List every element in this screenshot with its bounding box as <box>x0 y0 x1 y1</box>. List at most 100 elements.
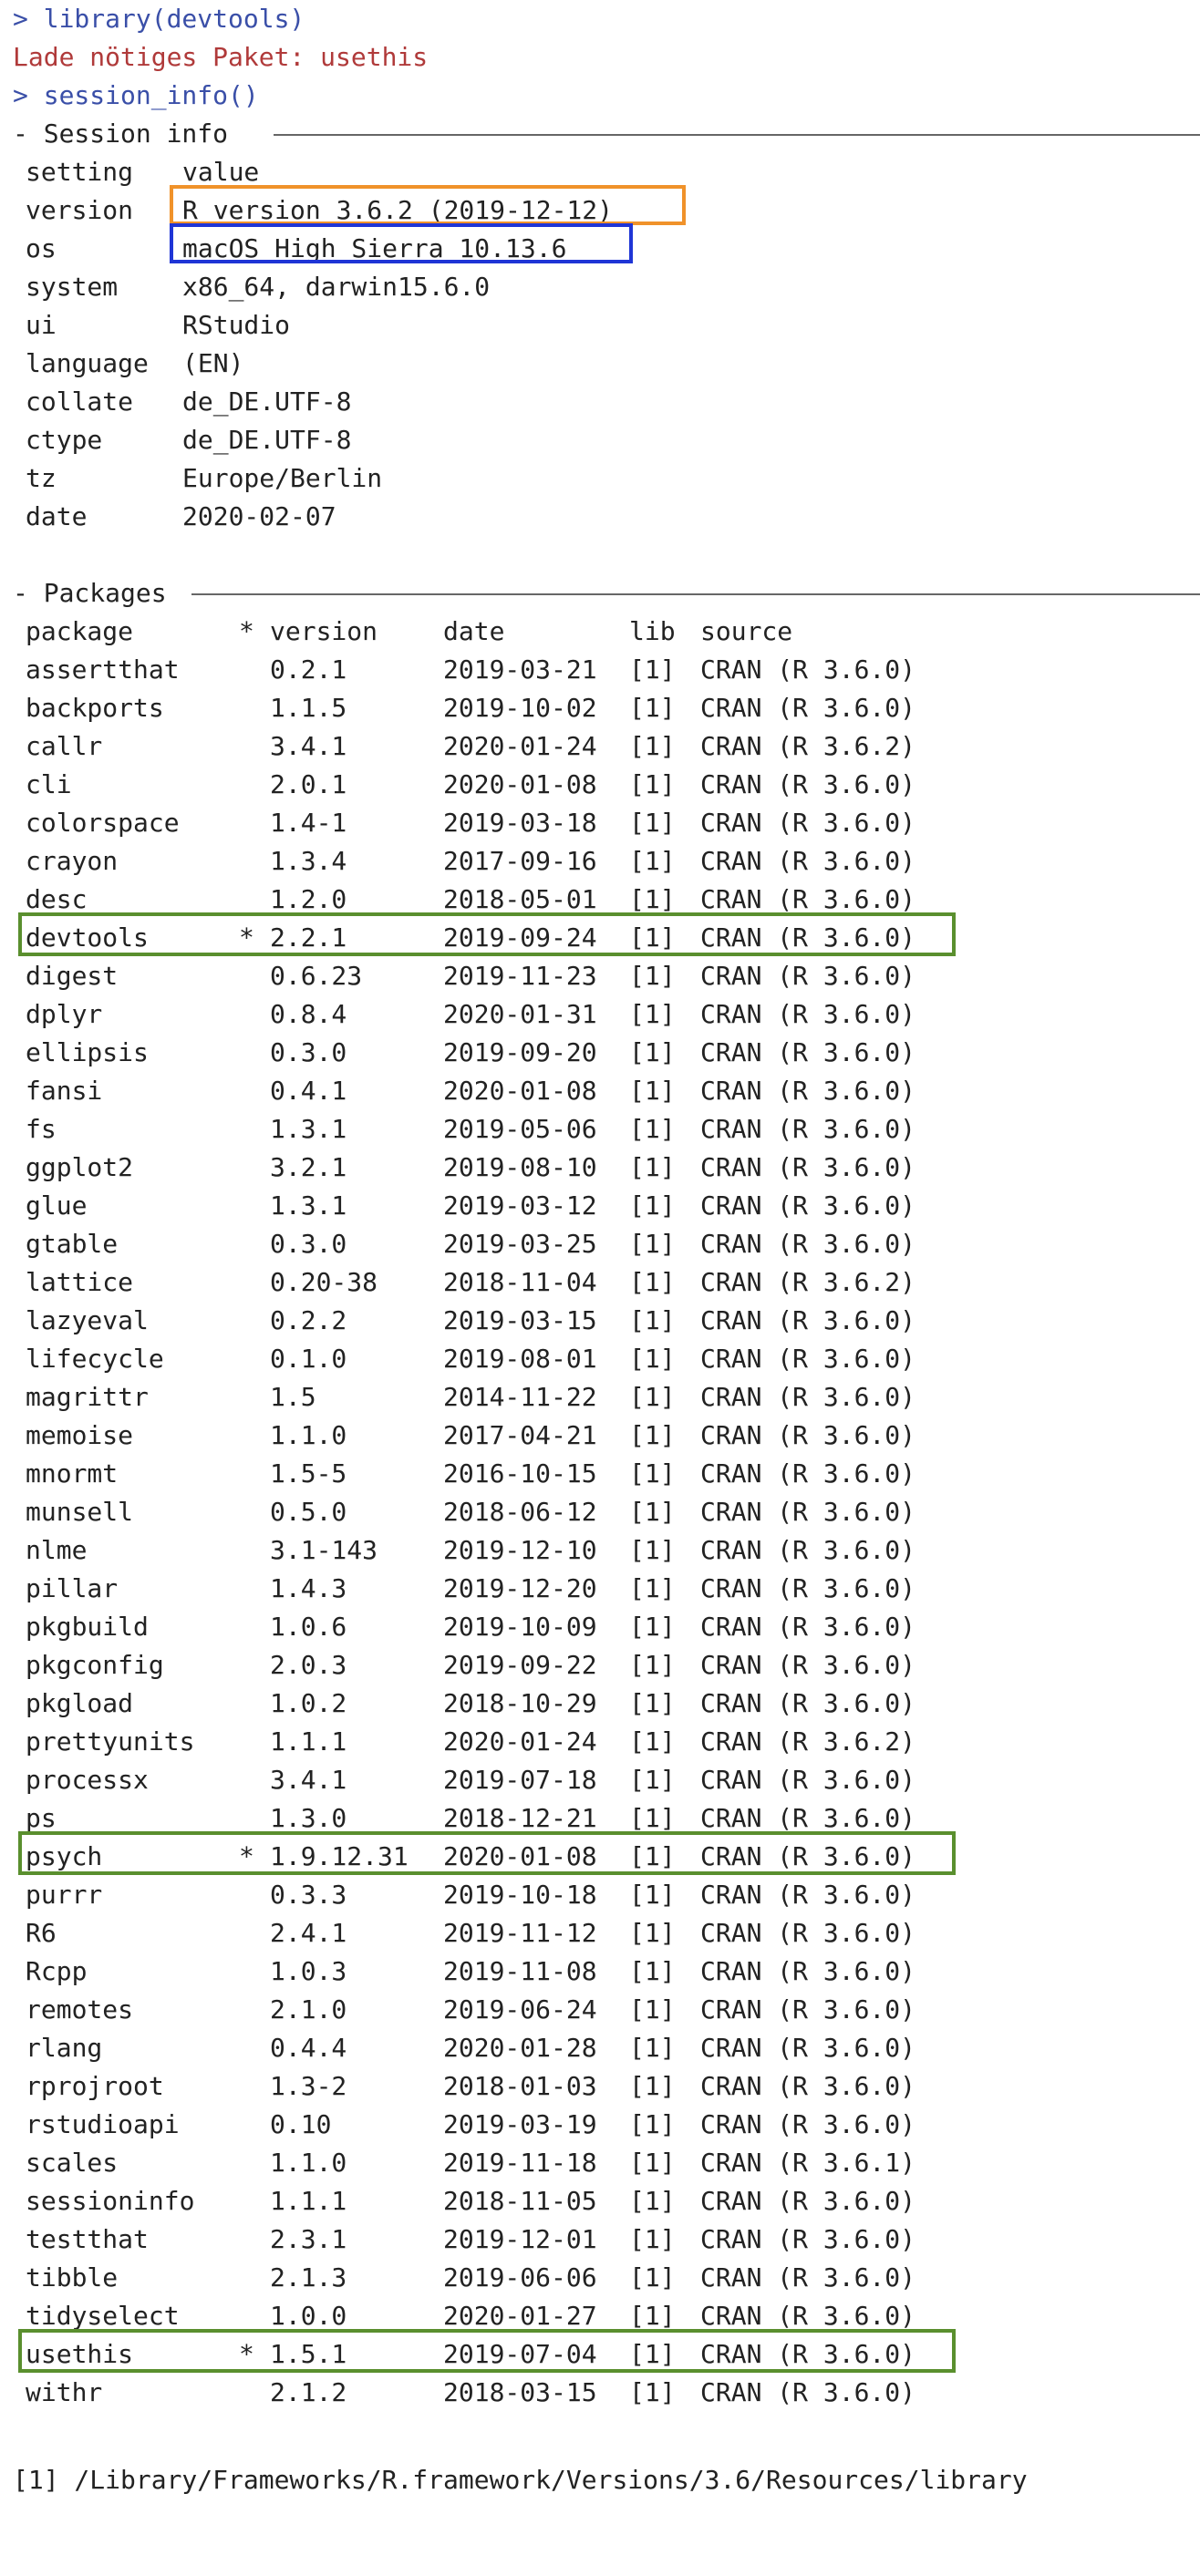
package-version: 1.5-5 <box>270 1458 347 1489</box>
package-star: * <box>239 2339 254 2369</box>
package-date: 2018-05-01 <box>443 884 597 914</box>
package-name: magrittr <box>26 1382 149 1412</box>
package-source: CRAN (R 3.6.0) <box>700 1152 916 1182</box>
package-name: assertthat <box>26 654 180 685</box>
package-lib: [1] <box>629 1841 676 1871</box>
package-source: CRAN (R 3.6.0) <box>700 1190 916 1221</box>
section-rule <box>191 593 1200 595</box>
package-name: pkgload <box>26 1688 134 1718</box>
package-source: CRAN (R 3.6.2) <box>700 1726 916 1757</box>
package-name: gtable <box>26 1229 119 1259</box>
setting-value: macOS High Sierra 10.13.6 <box>182 233 567 263</box>
setting-value: x86_64, darwin15.6.0 <box>182 272 491 302</box>
package-name: mnormt <box>26 1458 119 1489</box>
package-source: CRAN (R 3.6.0) <box>700 693 916 723</box>
package-name: lifecycle <box>26 1344 164 1374</box>
package-name: ps <box>26 1803 57 1833</box>
package-name: testthat <box>26 2224 149 2254</box>
package-date: 2020-01-28 <box>443 2033 597 2063</box>
package-date: 2020-01-08 <box>443 1076 597 1106</box>
setting-name: system <box>26 272 119 302</box>
package-date: 2019-07-18 <box>443 1765 597 1795</box>
package-source: CRAN (R 3.6.0) <box>700 2109 916 2139</box>
package-date: 2019-03-15 <box>443 1305 597 1335</box>
header-star: * <box>239 616 254 646</box>
package-version: 1.2.0 <box>270 884 347 914</box>
package-version: 1.9.12.31 <box>270 1841 409 1871</box>
package-date: 2020-01-08 <box>443 1841 597 1871</box>
package-lib: [1] <box>629 1190 676 1221</box>
package-version: 0.3.0 <box>270 1229 347 1259</box>
package-date: 2019-09-24 <box>443 922 597 953</box>
package-source: CRAN (R 3.6.0) <box>700 1688 916 1718</box>
package-source: CRAN (R 3.6.0) <box>700 2377 916 2407</box>
package-lib: [1] <box>629 1535 676 1565</box>
package-version: 1.1.0 <box>270 1420 347 1450</box>
package-version: 0.4.4 <box>270 2033 347 2063</box>
package-date: 2017-04-21 <box>443 1420 597 1450</box>
setting-name: date <box>26 501 88 531</box>
package-source: CRAN (R 3.6.0) <box>700 1612 916 1642</box>
package-source: CRAN (R 3.6.0) <box>700 1880 916 1910</box>
package-date: 2018-03-15 <box>443 2377 597 2407</box>
package-star: * <box>239 922 254 953</box>
package-lib: [1] <box>629 2377 676 2407</box>
package-source: CRAN (R 3.6.2) <box>700 731 916 761</box>
package-version: 1.3.1 <box>270 1114 347 1144</box>
package-source: CRAN (R 3.6.0) <box>700 808 916 838</box>
package-name: ellipsis <box>26 1037 149 1067</box>
package-name: backports <box>26 693 164 723</box>
package-source: CRAN (R 3.6.0) <box>700 1344 916 1374</box>
package-date: 2018-11-05 <box>443 2186 597 2216</box>
package-name: nlme <box>26 1535 88 1565</box>
package-name: munsell <box>26 1497 134 1527</box>
package-name: crayon <box>26 846 119 876</box>
package-version: 2.1.3 <box>270 2262 347 2293</box>
setting-value: de_DE.UTF-8 <box>182 425 352 455</box>
package-lib: [1] <box>629 2033 676 2063</box>
package-star: * <box>239 1841 254 1871</box>
package-source: CRAN (R 3.6.0) <box>700 1573 916 1603</box>
package-date: 2020-01-27 <box>443 2301 597 2331</box>
package-lib: [1] <box>629 2186 676 2216</box>
package-lib: [1] <box>629 693 676 723</box>
package-version: 1.0.2 <box>270 1688 347 1718</box>
package-date: 2018-11-04 <box>443 1267 597 1297</box>
package-lib: [1] <box>629 1726 676 1757</box>
package-source: CRAN (R 3.6.0) <box>700 961 916 991</box>
package-lib: [1] <box>629 1267 676 1297</box>
package-version: 2.1.2 <box>270 2377 347 2407</box>
package-lib: [1] <box>629 769 676 799</box>
package-lib: [1] <box>629 731 676 761</box>
setting-name: ctype <box>26 425 103 455</box>
session-info-title: - Session info <box>0 115 1200 153</box>
header-package: package <box>26 616 134 646</box>
package-lib: [1] <box>629 1229 676 1259</box>
package-source: CRAN (R 3.6.0) <box>700 1841 916 1871</box>
package-lib: [1] <box>629 2109 676 2139</box>
package-date: 2019-12-01 <box>443 2224 597 2254</box>
package-name: prettyunits <box>26 1726 195 1757</box>
package-name: processx <box>26 1765 149 1795</box>
package-source: CRAN (R 3.6.0) <box>700 1305 916 1335</box>
package-lib: [1] <box>629 1458 676 1489</box>
header-setting: setting <box>26 157 134 187</box>
package-source: CRAN (R 3.6.0) <box>700 1076 916 1106</box>
package-lib: [1] <box>629 1497 676 1527</box>
package-lib: [1] <box>629 808 676 838</box>
package-name: pillar <box>26 1573 119 1603</box>
package-source: CRAN (R 3.6.0) <box>700 1918 916 1948</box>
package-lib: [1] <box>629 1382 676 1412</box>
package-name: glue <box>26 1190 88 1221</box>
command-text: > session_info() <box>13 80 259 110</box>
package-version: 0.3.3 <box>270 1880 347 1910</box>
package-date: 2019-09-20 <box>443 1037 597 1067</box>
package-date: 2020-01-24 <box>443 731 597 761</box>
package-lib: [1] <box>629 999 676 1029</box>
package-version: 1.1.1 <box>270 1726 347 1757</box>
package-source: CRAN (R 3.6.0) <box>700 654 916 685</box>
package-date: 2019-08-10 <box>443 1152 597 1182</box>
package-version: 1.1.5 <box>270 693 347 723</box>
package-version: 1.0.0 <box>270 2301 347 2331</box>
package-lib: [1] <box>629 961 676 991</box>
